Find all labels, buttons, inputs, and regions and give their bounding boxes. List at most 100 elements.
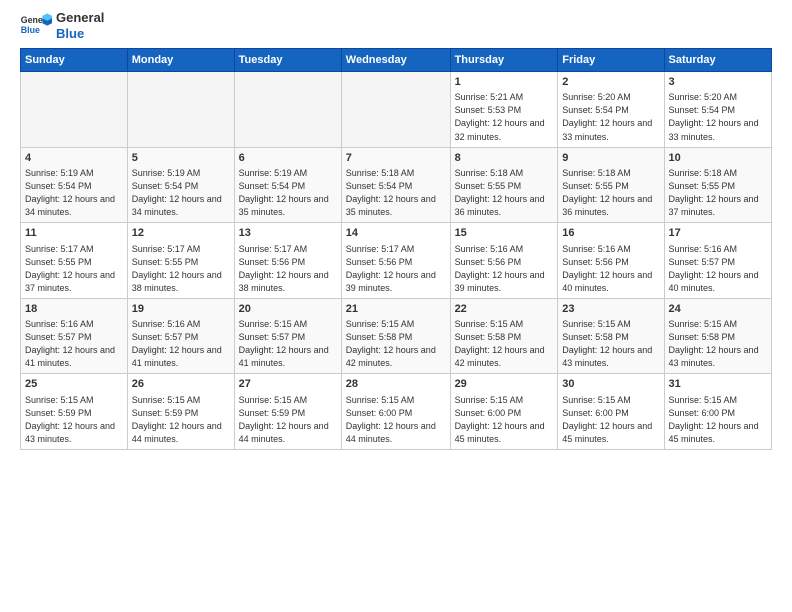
sunrise-label: Sunrise: 5:15 AM <box>239 395 308 405</box>
calendar-cell: 12 Sunrise: 5:17 AM Sunset: 5:55 PM Dayl… <box>127 223 234 299</box>
day-info: Sunrise: 5:15 AM Sunset: 6:00 PM Dayligh… <box>669 394 767 446</box>
sunrise-label: Sunrise: 5:18 AM <box>346 168 415 178</box>
calendar-cell: 21 Sunrise: 5:15 AM Sunset: 5:58 PM Dayl… <box>341 298 450 374</box>
daylight-label: Daylight: 12 hours and 43 minutes. <box>669 345 759 368</box>
sunrise-label: Sunrise: 5:15 AM <box>562 319 631 329</box>
daylight-label: Daylight: 12 hours and 36 minutes. <box>455 194 545 217</box>
calendar-cell: 18 Sunrise: 5:16 AM Sunset: 5:57 PM Dayl… <box>21 298 128 374</box>
sunrise-label: Sunrise: 5:15 AM <box>346 395 415 405</box>
calendar-week-row: 18 Sunrise: 5:16 AM Sunset: 5:57 PM Dayl… <box>21 298 772 374</box>
daylight-label: Daylight: 12 hours and 44 minutes. <box>346 421 436 444</box>
day-info: Sunrise: 5:19 AM Sunset: 5:54 PM Dayligh… <box>239 167 337 219</box>
calendar-cell: 27 Sunrise: 5:15 AM Sunset: 5:59 PM Dayl… <box>234 374 341 450</box>
day-info: Sunrise: 5:19 AM Sunset: 5:54 PM Dayligh… <box>132 167 230 219</box>
sunrise-label: Sunrise: 5:18 AM <box>562 168 631 178</box>
day-number: 15 <box>455 226 554 241</box>
calendar-cell: 20 Sunrise: 5:15 AM Sunset: 5:57 PM Dayl… <box>234 298 341 374</box>
day-info: Sunrise: 5:18 AM Sunset: 5:54 PM Dayligh… <box>346 167 446 219</box>
day-info: Sunrise: 5:18 AM Sunset: 5:55 PM Dayligh… <box>669 167 767 219</box>
day-info: Sunrise: 5:16 AM Sunset: 5:57 PM Dayligh… <box>132 318 230 370</box>
day-info: Sunrise: 5:17 AM Sunset: 5:55 PM Dayligh… <box>132 243 230 295</box>
sunrise-label: Sunrise: 5:15 AM <box>25 395 94 405</box>
sunrise-label: Sunrise: 5:15 AM <box>455 319 524 329</box>
daylight-label: Daylight: 12 hours and 37 minutes. <box>25 270 115 293</box>
calendar-cell <box>127 72 234 148</box>
calendar-cell: 4 Sunrise: 5:19 AM Sunset: 5:54 PM Dayli… <box>21 147 128 223</box>
day-number: 10 <box>669 151 767 166</box>
day-number: 25 <box>25 377 123 392</box>
logo: General Blue General Blue <box>20 10 104 42</box>
day-info: Sunrise: 5:15 AM Sunset: 5:59 PM Dayligh… <box>25 394 123 446</box>
day-number: 1 <box>455 75 554 90</box>
header: General Blue General Blue <box>20 10 772 42</box>
day-number: 18 <box>25 302 123 317</box>
day-info: Sunrise: 5:17 AM Sunset: 5:56 PM Dayligh… <box>346 243 446 295</box>
sunrise-label: Sunrise: 5:15 AM <box>455 395 524 405</box>
day-info: Sunrise: 5:20 AM Sunset: 5:54 PM Dayligh… <box>562 91 659 143</box>
day-info: Sunrise: 5:17 AM Sunset: 5:55 PM Dayligh… <box>25 243 123 295</box>
sunset-label: Sunset: 5:57 PM <box>25 332 92 342</box>
day-number: 23 <box>562 302 659 317</box>
day-info: Sunrise: 5:15 AM Sunset: 5:58 PM Dayligh… <box>346 318 446 370</box>
sunrise-label: Sunrise: 5:15 AM <box>132 395 201 405</box>
calendar-day-header: Sunday <box>21 49 128 72</box>
day-number: 12 <box>132 226 230 241</box>
sunset-label: Sunset: 6:00 PM <box>669 408 736 418</box>
calendar-cell: 11 Sunrise: 5:17 AM Sunset: 5:55 PM Dayl… <box>21 223 128 299</box>
calendar-cell: 6 Sunrise: 5:19 AM Sunset: 5:54 PM Dayli… <box>234 147 341 223</box>
sunrise-label: Sunrise: 5:15 AM <box>669 319 738 329</box>
calendar-cell: 5 Sunrise: 5:19 AM Sunset: 5:54 PM Dayli… <box>127 147 234 223</box>
day-info: Sunrise: 5:17 AM Sunset: 5:56 PM Dayligh… <box>239 243 337 295</box>
daylight-label: Daylight: 12 hours and 39 minutes. <box>346 270 436 293</box>
daylight-label: Daylight: 12 hours and 42 minutes. <box>346 345 436 368</box>
calendar-cell: 1 Sunrise: 5:21 AM Sunset: 5:53 PM Dayli… <box>450 72 558 148</box>
calendar-cell: 23 Sunrise: 5:15 AM Sunset: 5:58 PM Dayl… <box>558 298 664 374</box>
day-info: Sunrise: 5:15 AM Sunset: 5:58 PM Dayligh… <box>562 318 659 370</box>
day-info: Sunrise: 5:15 AM Sunset: 5:59 PM Dayligh… <box>132 394 230 446</box>
sunset-label: Sunset: 5:56 PM <box>346 257 413 267</box>
daylight-label: Daylight: 12 hours and 36 minutes. <box>562 194 652 217</box>
sunrise-label: Sunrise: 5:18 AM <box>669 168 738 178</box>
calendar-cell: 17 Sunrise: 5:16 AM Sunset: 5:57 PM Dayl… <box>664 223 771 299</box>
sunset-label: Sunset: 5:53 PM <box>455 105 522 115</box>
day-number: 8 <box>455 151 554 166</box>
day-number: 24 <box>669 302 767 317</box>
day-number: 29 <box>455 377 554 392</box>
daylight-label: Daylight: 12 hours and 38 minutes. <box>132 270 222 293</box>
sunrise-label: Sunrise: 5:17 AM <box>239 244 308 254</box>
sunrise-label: Sunrise: 5:17 AM <box>132 244 201 254</box>
page: General Blue General Blue SundayMondayTu… <box>0 0 792 612</box>
calendar-week-row: 25 Sunrise: 5:15 AM Sunset: 5:59 PM Dayl… <box>21 374 772 450</box>
sunset-label: Sunset: 5:56 PM <box>455 257 522 267</box>
sunrise-label: Sunrise: 5:19 AM <box>132 168 201 178</box>
day-number: 31 <box>669 377 767 392</box>
calendar-day-header: Wednesday <box>341 49 450 72</box>
calendar-cell: 9 Sunrise: 5:18 AM Sunset: 5:55 PM Dayli… <box>558 147 664 223</box>
daylight-label: Daylight: 12 hours and 34 minutes. <box>132 194 222 217</box>
calendar-cell: 22 Sunrise: 5:15 AM Sunset: 5:58 PM Dayl… <box>450 298 558 374</box>
day-info: Sunrise: 5:16 AM Sunset: 5:57 PM Dayligh… <box>25 318 123 370</box>
day-number: 3 <box>669 75 767 90</box>
sunset-label: Sunset: 5:57 PM <box>239 332 306 342</box>
calendar-cell: 26 Sunrise: 5:15 AM Sunset: 5:59 PM Dayl… <box>127 374 234 450</box>
calendar-cell: 14 Sunrise: 5:17 AM Sunset: 5:56 PM Dayl… <box>341 223 450 299</box>
sunset-label: Sunset: 5:58 PM <box>669 332 736 342</box>
daylight-label: Daylight: 12 hours and 35 minutes. <box>239 194 329 217</box>
calendar-header-row: SundayMondayTuesdayWednesdayThursdayFrid… <box>21 49 772 72</box>
day-number: 14 <box>346 226 446 241</box>
sunset-label: Sunset: 5:59 PM <box>25 408 92 418</box>
day-number: 6 <box>239 151 337 166</box>
sunrise-label: Sunrise: 5:17 AM <box>346 244 415 254</box>
calendar-day-header: Friday <box>558 49 664 72</box>
calendar-cell: 8 Sunrise: 5:18 AM Sunset: 5:55 PM Dayli… <box>450 147 558 223</box>
sunset-label: Sunset: 6:00 PM <box>455 408 522 418</box>
day-info: Sunrise: 5:19 AM Sunset: 5:54 PM Dayligh… <box>25 167 123 219</box>
day-info: Sunrise: 5:15 AM Sunset: 6:00 PM Dayligh… <box>562 394 659 446</box>
daylight-label: Daylight: 12 hours and 42 minutes. <box>455 345 545 368</box>
daylight-label: Daylight: 12 hours and 37 minutes. <box>669 194 759 217</box>
sunset-label: Sunset: 5:54 PM <box>25 181 92 191</box>
day-number: 2 <box>562 75 659 90</box>
daylight-label: Daylight: 12 hours and 35 minutes. <box>346 194 436 217</box>
sunrise-label: Sunrise: 5:20 AM <box>562 92 631 102</box>
sunset-label: Sunset: 5:59 PM <box>239 408 306 418</box>
